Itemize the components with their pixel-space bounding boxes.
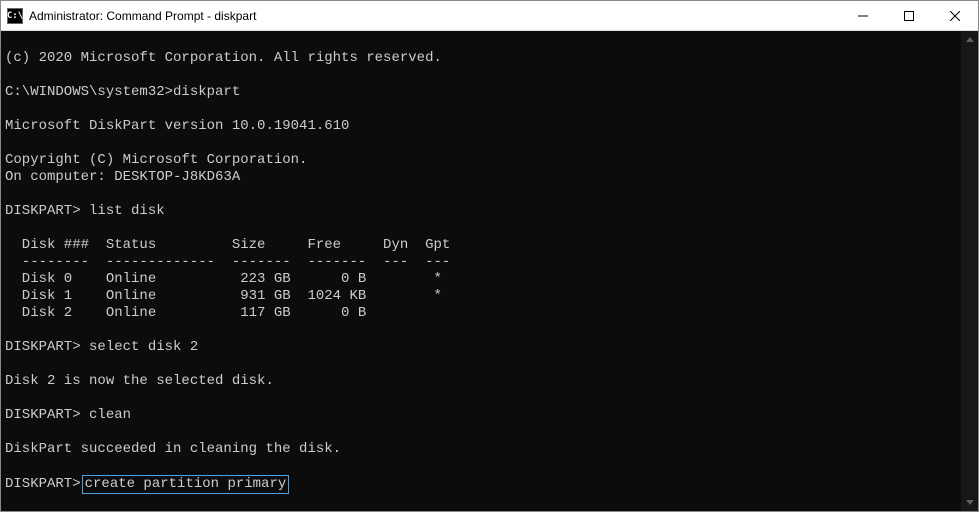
table-separator: -------- ------------- ------- ------- -… [5,254,450,270]
minimize-button[interactable] [840,1,886,30]
output-line: On computer: DESKTOP-J8KD63A [5,169,240,185]
terminal[interactable]: (c) 2020 Microsoft Corporation. All righ… [1,31,961,511]
command-line: C:\WINDOWS\system32>diskpart [5,84,240,100]
command-line: DISKPART> select disk 2 [5,339,198,355]
table-row: Disk 0 Online 223 GB 0 B * [5,271,442,287]
titlebar[interactable]: C:\ Administrator: Command Prompt - disk… [1,1,978,31]
scroll-down-icon[interactable] [961,494,978,511]
cmd-icon: C:\ [7,8,23,24]
scroll-track[interactable] [961,48,978,494]
table-row: Disk 2 Online 117 GB 0 B [5,305,366,321]
window-title: Administrator: Command Prompt - diskpart [29,9,840,23]
scroll-up-icon[interactable] [961,31,978,48]
table-header: Disk ### Status Size Free Dyn Gpt [5,237,450,253]
command-line: DISKPART> clean [5,407,131,423]
prompt-label: DISKPART> [5,476,81,493]
output-line: Microsoft DiskPart version 10.0.19041.61… [5,118,349,134]
output-line: (c) 2020 Microsoft Corporation. All righ… [5,50,442,66]
output-line: Disk 2 is now the selected disk. [5,373,274,389]
output-line: Copyright (C) Microsoft Corporation. [5,152,307,168]
command-line: DISKPART> list disk [5,203,165,219]
maximize-button[interactable] [886,1,932,30]
terminal-area: (c) 2020 Microsoft Corporation. All righ… [1,31,978,511]
scrollbar[interactable] [961,31,978,511]
highlighted-command: create partition primary [82,475,290,494]
output-line: DiskPart succeeded in cleaning the disk. [5,441,341,457]
table-row: Disk 1 Online 931 GB 1024 KB * [5,288,442,304]
close-button[interactable] [932,1,978,30]
window-controls [840,1,978,30]
command-line: DISKPART>create partition primary [5,475,957,494]
